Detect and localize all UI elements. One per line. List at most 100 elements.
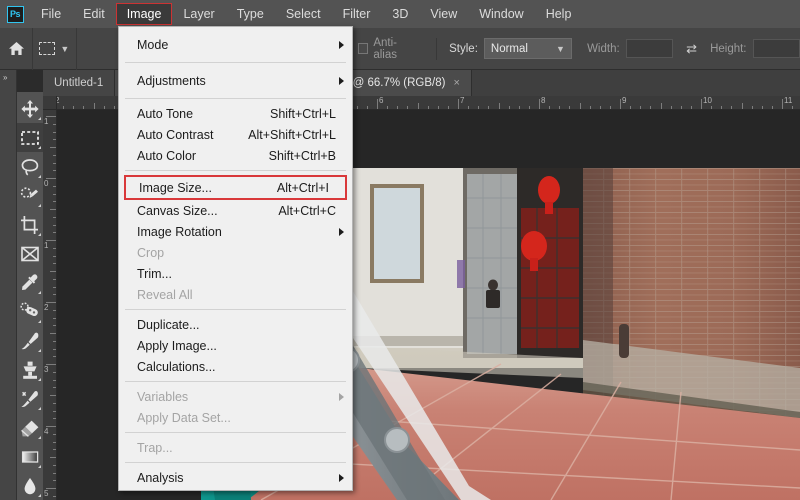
ruler-minor-tick (468, 106, 470, 109)
ruler-minor-tick (690, 106, 692, 109)
menu-item-mode[interactable]: Mode (119, 31, 352, 58)
blur-tool[interactable] (17, 471, 43, 500)
menu-separator (125, 98, 346, 99)
ruler-minor-tick (53, 185, 56, 187)
menu-view[interactable]: View (419, 0, 468, 28)
menu-bar: Ps File Edit Image Layer Type Select Filter 3D V… (0, 0, 800, 28)
menu-item-auto-color[interactable]: Auto Color Shift+Ctrl+B (119, 145, 352, 166)
close-icon[interactable]: × (453, 77, 459, 89)
menu-select[interactable]: Select (275, 0, 332, 28)
rectangular-marquee-tool[interactable] (17, 123, 43, 152)
ruler-minor-tick (53, 472, 56, 474)
left-dock: » (0, 70, 17, 500)
menu-item-label: Adjustments (137, 73, 206, 88)
ruler-minor-tick (113, 106, 115, 109)
menu-item-duplicate[interactable]: Duplicate... (119, 314, 352, 335)
height-input[interactable] (752, 39, 800, 58)
menu-item-canvas-size[interactable]: Canvas Size... Alt+Ctrl+C (119, 200, 352, 221)
menu-filter[interactable]: Filter (332, 0, 382, 28)
width-input[interactable] (625, 39, 674, 58)
double-chevron-right-icon[interactable]: » (0, 70, 16, 82)
menu-item-label: Auto Tone (137, 106, 194, 121)
menu-separator (125, 381, 346, 382)
anti-alias-checkbox[interactable] (357, 43, 369, 54)
ruler-minor-tick (53, 278, 56, 280)
document-tab[interactable]: Untitled-1 (43, 70, 116, 96)
divider (436, 37, 438, 60)
ruler-minor-tick (528, 106, 530, 109)
ruler-major-tick (701, 99, 702, 109)
ruler-minor-tick (53, 193, 56, 195)
menu-item-apply-image[interactable]: Apply Image... (119, 335, 352, 356)
menu-item-trap: Trap... (119, 437, 352, 458)
menu-separator (125, 62, 346, 63)
menu-item-label: Variables (137, 389, 189, 404)
menu-item-trim[interactable]: Trim... (119, 263, 352, 284)
ruler-minor-tick (498, 103, 500, 109)
eyedropper-tool[interactable] (17, 268, 43, 297)
brush-tool[interactable] (17, 326, 43, 355)
ruler-minor-tick (609, 106, 611, 109)
eraser-tool[interactable] (17, 413, 43, 442)
menu-item-calculations[interactable]: Calculations... (119, 356, 352, 377)
ruler-minor-tick (751, 106, 753, 109)
style-select[interactable]: Normal ▼ (483, 38, 572, 59)
frame-tool[interactable] (17, 239, 43, 268)
quick-selection-tool[interactable] (17, 181, 43, 210)
move-tool[interactable] (17, 94, 43, 123)
menu-item-label: Duplicate... (137, 317, 200, 332)
menu-item-label: Mode (137, 37, 169, 52)
tool-flyout-indicator-icon (38, 233, 41, 236)
ruler-minor-tick (640, 106, 642, 109)
ruler-label: 11 (784, 96, 793, 105)
ruler-label: 0 (44, 179, 49, 188)
menu-item-analysis[interactable]: Analysis (119, 467, 352, 488)
ruler-minor-tick (387, 106, 389, 109)
menu-item-image-size[interactable]: Image Size... Alt+Ctrl+I (124, 175, 347, 200)
ruler-label: 7 (460, 96, 465, 105)
ruler-minor-tick (50, 209, 56, 210)
ruler-minor-tick (579, 103, 581, 109)
menu-item-label: Trap... (137, 440, 173, 455)
menu-help[interactable]: Help (535, 0, 583, 28)
ruler-minor-tick (549, 106, 551, 109)
menu-type[interactable]: Type (226, 0, 275, 28)
tool-flyout-indicator-icon (38, 407, 41, 410)
lasso-tool[interactable] (17, 152, 43, 181)
menu-item-reveal-all: Reveal All (119, 284, 352, 305)
menu-window[interactable]: Window (468, 0, 534, 28)
menu-3d[interactable]: 3D (381, 0, 419, 28)
ruler-minor-tick (518, 106, 520, 109)
height-label: Height: (710, 42, 747, 55)
frame-icon (21, 246, 39, 261)
anti-alias-label: Anti-alias (373, 36, 397, 61)
ruler-major-tick (377, 99, 378, 109)
ruler-minor-tick (53, 216, 56, 218)
menu-item-adjustments[interactable]: Adjustments (119, 67, 352, 94)
crop-tool[interactable] (17, 210, 43, 239)
clone-stamp-tool[interactable] (17, 355, 43, 384)
image-menu-dropdown[interactable]: Mode Adjustments Auto Tone Shift+Ctrl+L Auto… (118, 26, 353, 491)
spot-healing-tool[interactable] (17, 297, 43, 326)
ruler-minor-tick (50, 333, 56, 334)
tool-flyout-indicator-icon (38, 291, 41, 294)
ruler-minor-tick (53, 294, 56, 296)
menu-file[interactable]: File (30, 0, 72, 28)
menu-item-auto-contrast[interactable]: Auto Contrast Alt+Shift+Ctrl+L (119, 124, 352, 145)
menu-image[interactable]: Image (115, 3, 173, 25)
menu-edit[interactable]: Edit (72, 0, 116, 28)
ruler-minor-tick (741, 103, 743, 109)
menu-item-label: Image Size... (139, 180, 212, 195)
menu-item-auto-tone[interactable]: Auto Tone Shift+Ctrl+L (119, 103, 352, 124)
menu-item-image-rotation[interactable]: Image Rotation (119, 221, 352, 242)
ruler-major-tick (782, 99, 783, 109)
ruler-minor-tick (53, 433, 56, 435)
gradient-tool[interactable] (17, 442, 43, 471)
swap-arrows-icon[interactable]: ⇄ (686, 41, 697, 57)
ruler-minor-tick (53, 402, 56, 404)
menu-layer[interactable]: Layer (172, 0, 225, 28)
active-tool-preset-button[interactable]: ▼ (33, 27, 77, 70)
home-button[interactable] (0, 27, 34, 70)
ruler-minor-tick (53, 255, 56, 257)
history-brush-tool[interactable] (17, 384, 43, 413)
